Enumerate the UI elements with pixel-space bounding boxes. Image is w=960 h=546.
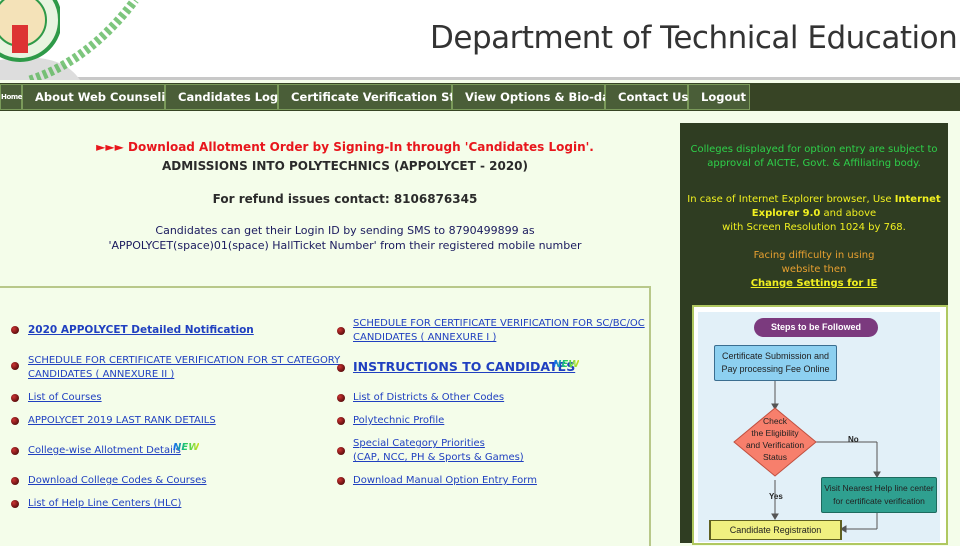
sms-info-line2: 'APPOLYCET(space)01(space) HallTicket Nu… <box>108 239 582 252</box>
flow-text: Certificate Submission and <box>721 351 830 361</box>
flow-text: Visit Nearest Help line center <box>824 483 934 493</box>
flowchart: Steps to be Followed Certificate Submiss… <box>698 312 940 542</box>
link-manual-option-form[interactable]: Download Manual Option Entry Form <box>353 474 537 488</box>
refund-contact: For refund issues contact: 8106876345 <box>212 192 478 206</box>
nav-view-options-biodata[interactable]: View Options & Bio-data <box>452 84 623 110</box>
new-badge: NEW <box>553 359 580 370</box>
flow-text: the Eligibility <box>751 428 799 438</box>
nav-logout[interactable]: Logout <box>688 84 750 110</box>
nav-home[interactable]: Home <box>0 84 23 110</box>
flow-step-submission: Certificate Submission and Pay processing… <box>714 345 837 381</box>
difficulty-line2: website then <box>781 264 847 275</box>
bullet-icon <box>11 326 19 334</box>
ie-line3: with Screen Resolution 1024 by 768. <box>722 222 906 233</box>
bullet-icon <box>337 394 345 402</box>
bullet-icon <box>11 477 19 485</box>
flow-text: Check <box>762 416 788 426</box>
link-sc-bc-oc-schedule-line2[interactable]: CANDIDATES ( ANNEXURE I ) <box>353 331 496 345</box>
main-nav: Home About Web Counseling Candidates Log… <box>0 83 960 111</box>
bullet-icon <box>337 477 345 485</box>
bullet-icon <box>337 417 345 425</box>
ie-bold: Internet <box>894 194 941 205</box>
flow-help-center: Visit Nearest Help line center for certif… <box>821 477 937 513</box>
ie-line1: In case of Internet Explorer browser, Us… <box>680 193 948 207</box>
change-settings-ie-link[interactable]: Change Settings for IE <box>680 277 948 291</box>
link-help-line-centers[interactable]: List of Help Line Centers (HLC) <box>28 497 181 511</box>
flow-text: for certificate verification <box>833 496 925 506</box>
link-last-rank-details[interactable]: APPOLYCET 2019 LAST RANK DETAILS <box>28 414 216 428</box>
bullet-icon <box>11 500 19 508</box>
site-title: Department of Technical Education <box>430 20 958 56</box>
approval-line1: Colleges displayed for option entry are … <box>690 144 938 155</box>
link-special-category[interactable]: Special Category Priorities <box>353 437 485 451</box>
approval-line2: approval of AICTE, Govt. & Affiliating b… <box>707 158 921 169</box>
difficulty-line1: Facing difficulty in using <box>753 250 875 261</box>
flow-text: Status <box>762 452 788 462</box>
bullet-icon <box>337 364 345 372</box>
link-sc-bc-oc-schedule[interactable]: SCHEDULE FOR CERTIFICATE VERIFICATION FO… <box>353 317 645 331</box>
link-instructions[interactable]: INSTRUCTIONS TO CANDIDATES <box>353 359 575 375</box>
flow-check: Check the Eligibility and Verification Stat… <box>735 415 815 463</box>
bullet-icon <box>11 447 19 455</box>
link-st-schedule-line2[interactable]: CANDIDATES ( ANNEXURE II ) <box>28 368 174 382</box>
bullet-icon <box>11 417 19 425</box>
link-college-codes[interactable]: Download College Codes & Courses <box>28 474 206 488</box>
new-badge: NEW <box>173 442 200 453</box>
link-college-wise-allotment[interactable]: College-wise Allotment Details <box>28 444 181 458</box>
link-detailed-notification[interactable]: 2020 APPOLYCET Detailed Notification <box>28 323 254 337</box>
allotment-notice[interactable]: ►►► Download Allotment Order by Signing-… <box>0 140 690 154</box>
nav-candidates-login[interactable]: Candidates Login <box>165 84 290 110</box>
flow-yes-label: Yes <box>769 492 783 501</box>
ie-text: In case of Internet Explorer browser, Us… <box>687 194 895 205</box>
flow-no-label: No <box>848 435 859 444</box>
flow-candidate-registration: Candidate Registration <box>709 520 842 540</box>
ie-version: Explorer 9.0 <box>751 208 821 219</box>
bullet-icon <box>337 447 345 455</box>
sms-info-line1: Candidates can get their Login ID by sen… <box>155 224 535 237</box>
bullet-icon <box>11 362 19 370</box>
admissions-heading: ADMISSIONS INTO POLYTECHNICS (APPOLYCET … <box>161 159 529 173</box>
flow-text: Pay processing Fee Online <box>721 364 830 374</box>
site-header: Department of Technical Education <box>0 0 960 80</box>
nav-about-web-counseling[interactable]: About Web Counseling <box>22 84 182 110</box>
ie-text: and above <box>820 208 877 219</box>
link-special-category-line2[interactable]: (CAP, NCC, PH & Sports & Games) <box>353 451 524 465</box>
state-emblem-logo <box>0 0 60 62</box>
link-list-of-courses[interactable]: List of Courses <box>28 391 102 405</box>
nav-contact-us[interactable]: Contact Us <box>605 84 688 110</box>
ie-line2: Explorer 9.0 and above <box>680 207 948 221</box>
nav-certificate-verification-status[interactable]: Certificate Verification Status <box>278 84 483 110</box>
bullet-icon <box>11 394 19 402</box>
flow-text: and Verification <box>745 440 805 450</box>
link-st-schedule[interactable]: SCHEDULE FOR CERTIFICATE VERIFICATION FO… <box>28 354 340 368</box>
link-polytechnic-profile[interactable]: Polytechnic Profile <box>353 414 444 428</box>
bullet-icon <box>337 327 345 335</box>
flow-title: Steps to be Followed <box>754 318 878 337</box>
link-districts-codes[interactable]: List of Districts & Other Codes <box>353 391 504 405</box>
